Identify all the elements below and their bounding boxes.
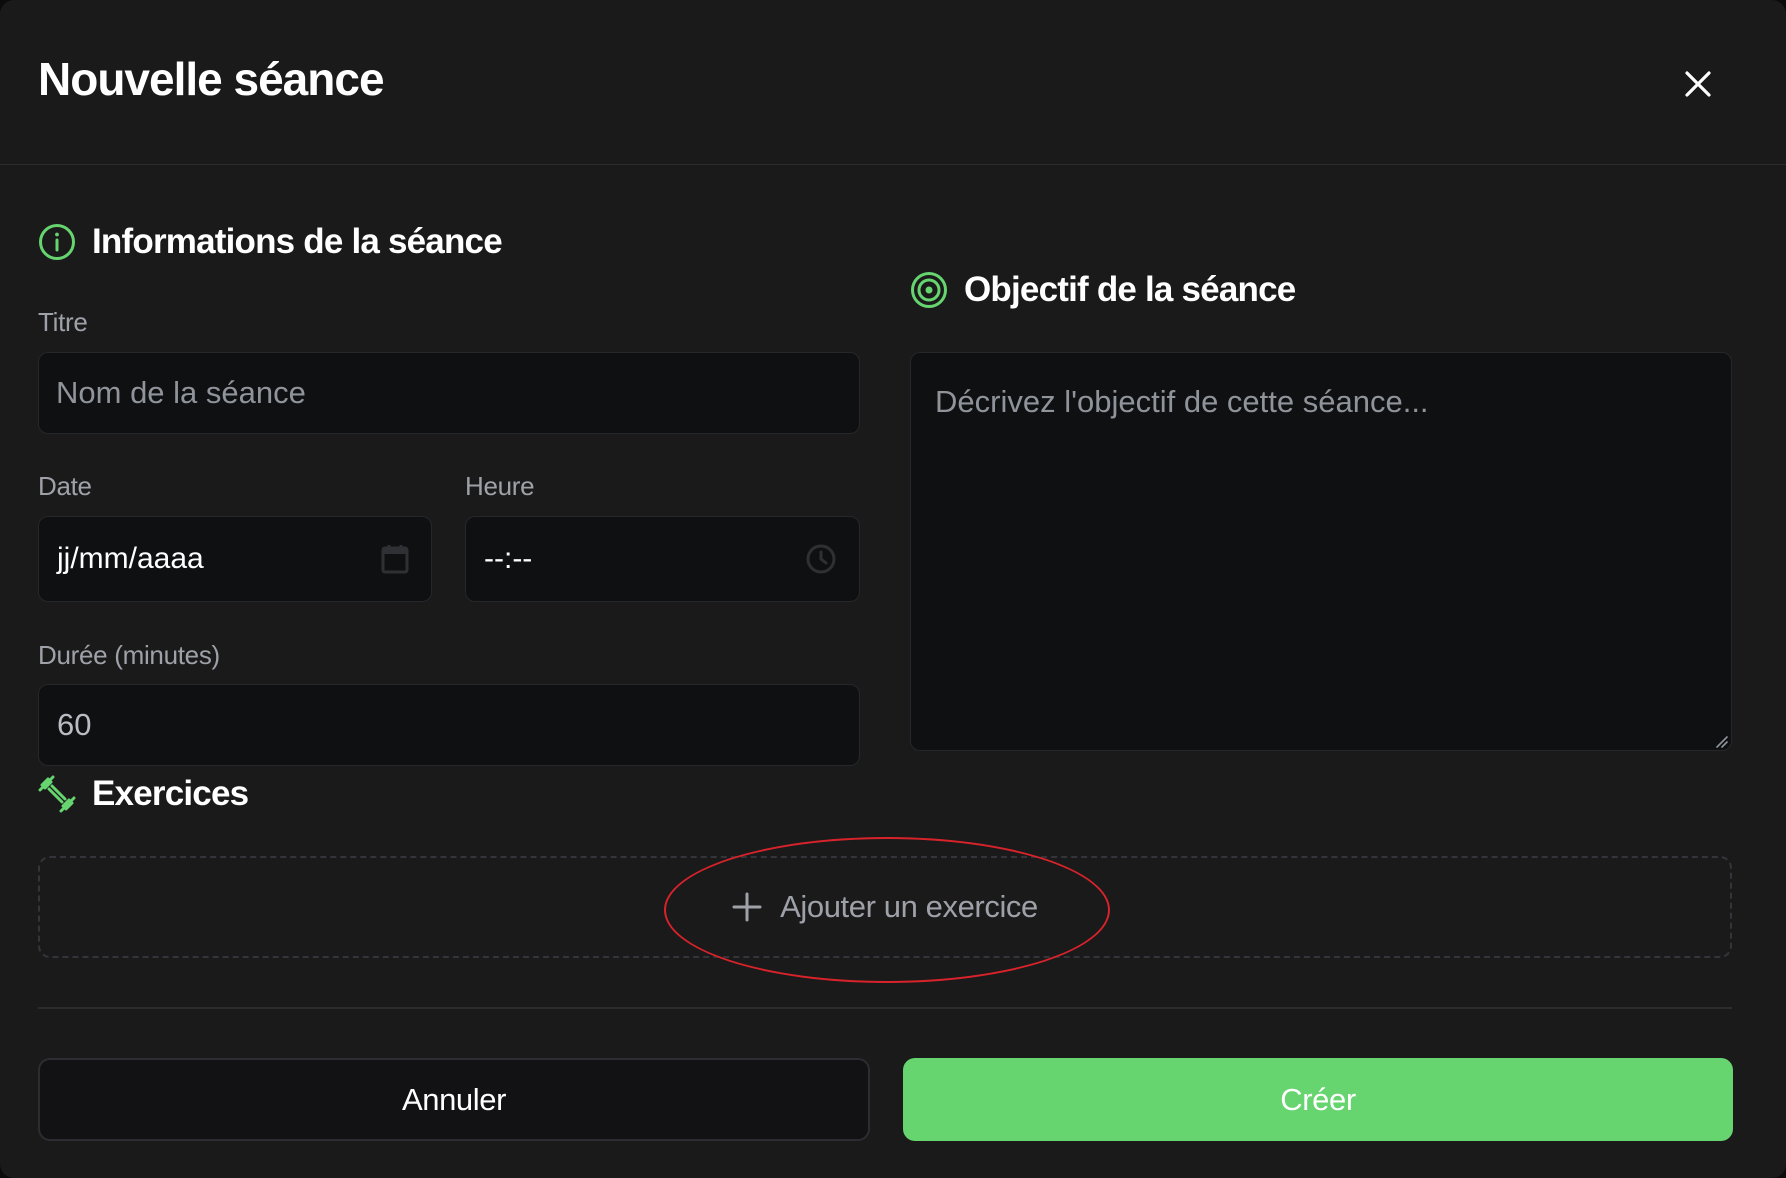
time-field-label: Heure [465,471,535,501]
exercises-section-title: Exercices [92,774,249,813]
title-field-label: Titre [38,307,88,337]
objective-section-title: Objectif de la séance [964,270,1296,309]
calendar-icon[interactable] [381,544,409,574]
new-session-modal: Nouvelle séance Informations de la séanc… [0,0,1786,1178]
info-circle-icon [39,224,75,260]
title-input[interactable] [38,352,860,434]
info-section-title: Informations de la séance [92,222,503,261]
duration-input-value: 60 [57,707,92,742]
clock-icon[interactable] [805,543,837,575]
close-icon [1685,71,1711,97]
plus-icon [732,892,762,922]
add-exercise-dropzone[interactable]: Ajouter un exercice [38,856,1732,958]
date-field-label: Date [38,471,92,501]
duration-input[interactable]: 60 [38,684,860,766]
target-icon [911,272,947,308]
date-input-value: jj/mm/aaaa [57,542,204,575]
add-exercise-button[interactable]: Ajouter un exercice [732,889,1038,925]
modal-header: Nouvelle séance [0,0,1786,165]
objective-textarea[interactable] [910,352,1732,751]
dumbbell-icon [38,775,76,813]
modal-title: Nouvelle séance [38,53,385,105]
resize-handle-icon[interactable] [1714,734,1728,748]
info-section-heading: Informations de la séance [38,222,503,262]
cancel-button[interactable]: Annuler [38,1058,870,1141]
date-input[interactable]: jj/mm/aaaa [38,516,432,602]
add-exercise-label: Ajouter un exercice [780,889,1038,924]
duration-field-label: Durée (minutes) [38,640,220,670]
objective-section-heading: Objectif de la séance [910,270,1296,310]
close-button[interactable] [1670,56,1726,112]
footer-divider [38,1007,1732,1009]
time-input[interactable]: --:-- [465,516,860,602]
create-button[interactable]: Créer [903,1058,1733,1141]
exercises-section-heading: Exercices [38,774,249,814]
time-input-value: --:-- [484,542,533,575]
